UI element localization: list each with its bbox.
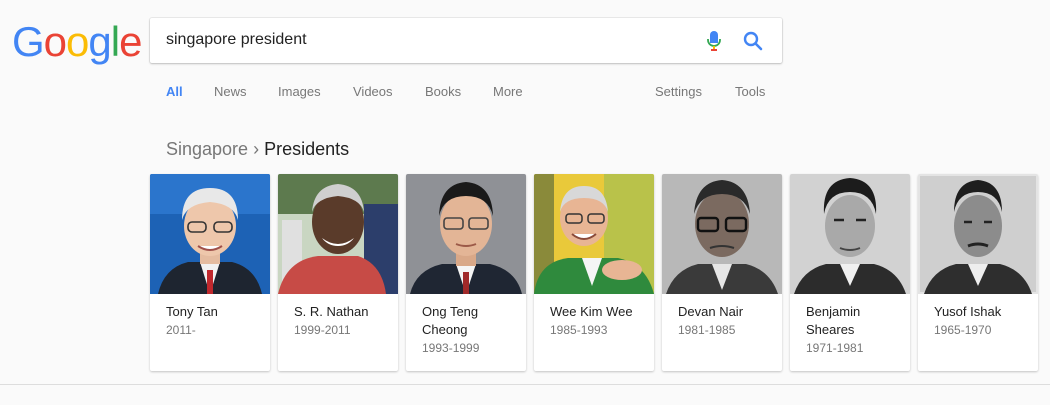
president-years: 1981-1985 [678,323,736,337]
president-years: 1999-2011 [294,323,351,337]
logo-letter-o2: o [66,18,89,65]
president-photo [278,174,398,294]
mic-icon[interactable] [706,30,722,52]
president-years: 1985-1993 [550,323,608,337]
divider [0,384,1050,385]
president-years: 2011- [166,323,196,337]
president-name: Benjamin Sheares [806,304,861,337]
president-name: Yusof Ishak [934,304,1002,319]
search-box[interactable]: singapore president [150,18,782,63]
president-name: S. R. Nathan [294,304,369,319]
tab-all[interactable]: All [166,84,183,99]
president-photo [150,174,270,294]
president-photo [918,174,1038,294]
tab-images[interactable]: Images [278,84,321,99]
tab-books[interactable]: Books [425,84,461,99]
breadcrumb-parent[interactable]: Singapore [166,139,248,159]
tab-more[interactable]: More [493,84,523,99]
breadcrumb-separator: › [253,139,260,159]
president-card[interactable]: S. R. Nathan 1999-2011 [278,174,398,371]
logo-letter-g: G [12,18,45,65]
president-years: 1993-1999 [422,341,480,355]
tab-news[interactable]: News [214,84,247,99]
president-years: 1971-1981 [806,341,864,355]
logo-letter-e: e [119,18,142,65]
logo-letter-o1: o [43,18,67,65]
search-tabs: All News Images Videos Books More Settin… [0,84,1050,104]
tab-settings[interactable]: Settings [655,84,702,99]
search-icon[interactable] [742,30,764,52]
google-logo[interactable]: Google [12,18,142,65]
president-card[interactable]: Benjamin Sheares 1971-1981 [790,174,910,371]
president-photo [662,174,782,294]
president-card[interactable]: Wee Kim Wee 1985-1993 [534,174,654,371]
president-name: Ong Teng Cheong [422,304,479,337]
president-years: 1965-1970 [934,323,992,337]
logo-letter-g2: g [88,18,111,65]
breadcrumb-current: Presidents [264,139,350,159]
search-input[interactable]: singapore president [166,31,307,49]
president-name: Tony Tan [166,304,218,319]
president-card[interactable]: Ong Teng Cheong 1993-1999 [406,174,526,371]
tab-videos[interactable]: Videos [353,84,393,99]
breadcrumb: Singapore › Presidents [166,139,349,160]
president-card[interactable]: Tony Tan 2011- [150,174,270,371]
president-card[interactable]: Yusof Ishak 1965-1970 [918,174,1038,371]
tab-tools[interactable]: Tools [735,84,765,99]
president-name: Devan Nair [678,304,744,319]
president-photo [534,174,654,294]
president-name: Wee Kim Wee [550,304,633,319]
president-photo [406,174,526,294]
logo-letter-l: l [110,18,120,65]
president-card[interactable]: Devan Nair 1981-1985 [662,174,782,371]
president-photo [790,174,910,294]
